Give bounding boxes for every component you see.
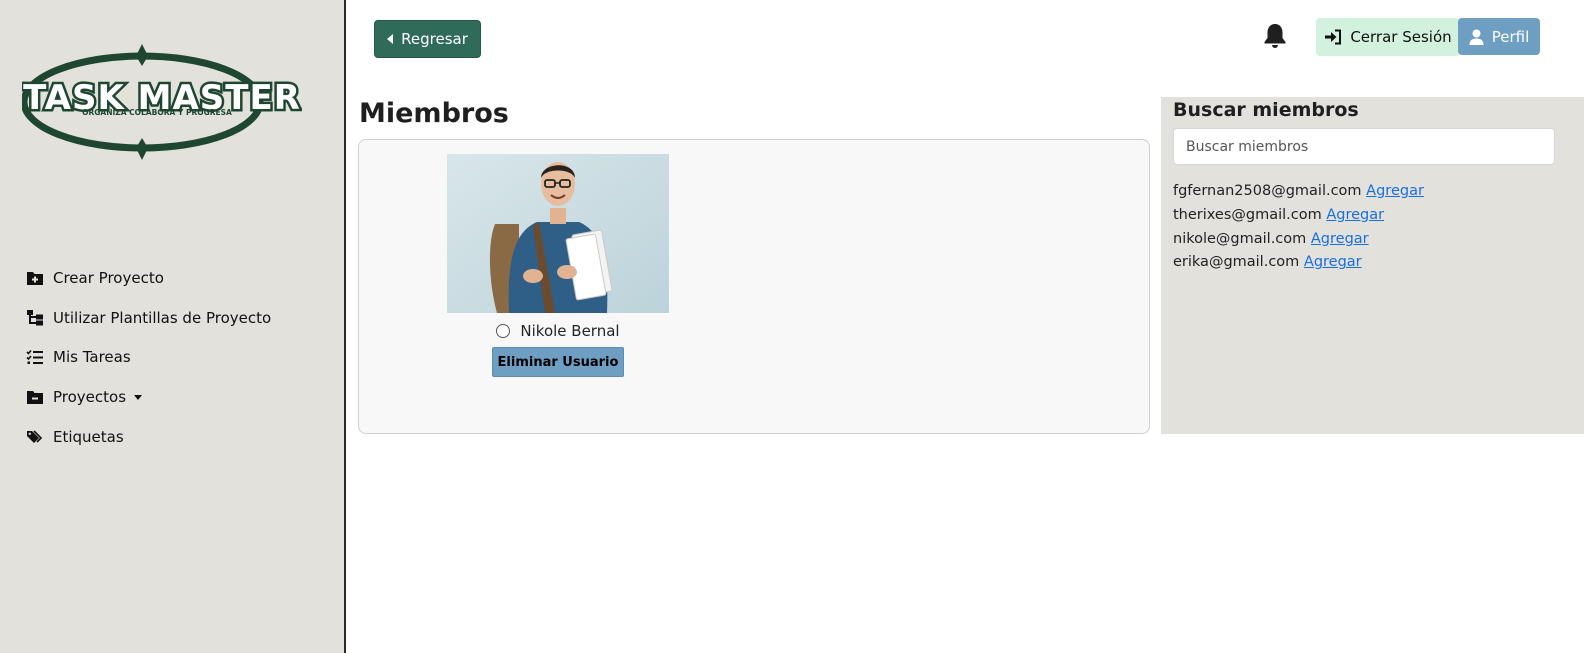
result-email: therixes@gmail.com bbox=[1173, 206, 1322, 223]
list-item: therixes@gmail.com Agregar bbox=[1173, 207, 1424, 231]
sidebar-nav: Crear Proyecto Utilizar Plantillas de Pr… bbox=[26, 258, 271, 457]
svg-text:ORGANIZA COLABORA Y PROGRESA: ORGANIZA COLABORA Y PROGRESA bbox=[82, 108, 232, 117]
sidebar-item-plantillas[interactable]: Utilizar Plantillas de Proyecto bbox=[26, 298, 271, 338]
back-button[interactable]: Regresar bbox=[374, 20, 481, 58]
sidebar-item-mis-tareas[interactable]: Mis Tareas bbox=[26, 338, 271, 378]
search-input[interactable] bbox=[1173, 128, 1555, 165]
sign-in-icon bbox=[1325, 29, 1342, 45]
add-member-link[interactable]: Agregar bbox=[1304, 254, 1362, 270]
sidebar-item-label: Utilizar Plantillas de Proyecto bbox=[53, 308, 272, 327]
folder-minus-icon bbox=[27, 391, 43, 405]
sitemap-icon bbox=[27, 309, 43, 326]
list-item: nikole@gmail.com Agregar bbox=[1173, 231, 1424, 255]
add-member-link[interactable]: Agregar bbox=[1366, 183, 1424, 199]
sidebar-item-label: Proyectos bbox=[53, 388, 127, 407]
user-icon bbox=[1469, 29, 1484, 45]
caret-left-icon bbox=[387, 34, 394, 44]
page-title: Miembros bbox=[359, 98, 509, 129]
members-card: Nikole Bernal Eliminar Usuario bbox=[358, 139, 1150, 434]
member-radio[interactable] bbox=[496, 324, 511, 338]
sidebar-item-label: Mis Tareas bbox=[53, 348, 131, 367]
bell-icon[interactable] bbox=[1262, 22, 1288, 50]
add-member-link[interactable]: Agregar bbox=[1326, 207, 1384, 223]
profile-button[interactable]: Perfil bbox=[1458, 18, 1540, 55]
sidebar-item-label: Etiquetas bbox=[53, 428, 124, 447]
member-select-row: Nikole Bernal bbox=[447, 322, 669, 340]
add-member-link[interactable]: Agregar bbox=[1311, 231, 1369, 247]
member-name: Nikole Bernal bbox=[520, 322, 620, 340]
logout-button[interactable]: Cerrar Sesión bbox=[1316, 18, 1460, 56]
sidebar: TASK MASTER ORGANIZA COLABORA Y PROGRESA… bbox=[0, 0, 346, 653]
main-content: Regresar Cerrar Sesión Perfil Miembros N… bbox=[348, 0, 1584, 653]
sidebar-item-etiquetas[interactable]: Etiquetas bbox=[26, 417, 271, 457]
result-email: erika@gmail.com bbox=[1173, 254, 1300, 271]
result-email: fgfernan2508@gmail.com bbox=[1173, 183, 1362, 199]
remove-user-button[interactable]: Eliminar Usuario bbox=[492, 347, 624, 377]
list-check-icon bbox=[26, 350, 43, 365]
tags-icon bbox=[27, 430, 43, 444]
list-item: erika@gmail.com Agregar bbox=[1173, 254, 1424, 278]
sidebar-item-proyectos[interactable]: Proyectos bbox=[26, 377, 271, 417]
sidebar-item-label: Crear Proyecto bbox=[53, 268, 164, 287]
chevron-down-icon bbox=[134, 394, 143, 400]
task-master-logo[interactable]: TASK MASTER ORGANIZA COLABORA Y PROGRESA bbox=[20, 42, 302, 162]
member-photo bbox=[447, 154, 669, 313]
search-members-title: Buscar miembros bbox=[1173, 99, 1359, 121]
list-item: fgfernan2508@gmail.com Agregar bbox=[1173, 183, 1424, 207]
sidebar-item-crear-proyecto[interactable]: Crear Proyecto bbox=[26, 258, 271, 298]
member-card: Nikole Bernal Eliminar Usuario bbox=[447, 154, 669, 377]
result-email: nikole@gmail.com bbox=[1173, 230, 1307, 247]
search-members-panel: Buscar miembros fgfernan2508@gmail.com A… bbox=[1161, 97, 1584, 434]
search-results-list: fgfernan2508@gmail.com Agregar therixes@… bbox=[1173, 183, 1424, 278]
folder-plus-icon bbox=[27, 271, 43, 285]
